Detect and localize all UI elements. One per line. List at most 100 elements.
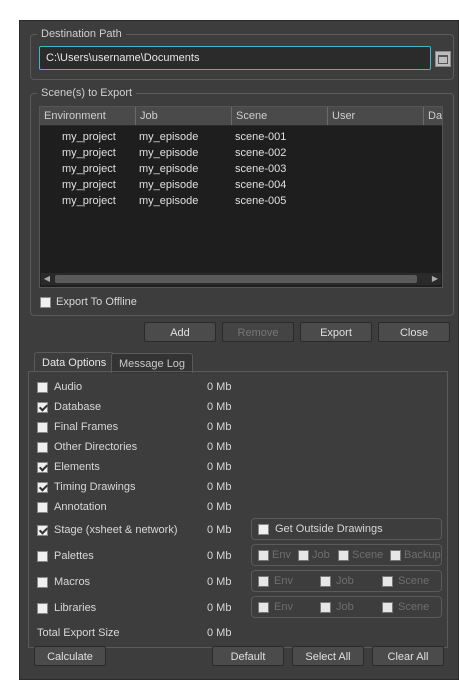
palettes-size: 0 Mb [207, 550, 232, 562]
libraries-suboptions: Env Job Scene [251, 596, 442, 618]
scroll-right-icon[interactable]: ▶ [429, 273, 441, 285]
palettes-job-checkbox[interactable] [298, 550, 309, 561]
remove-button[interactable]: Remove [222, 322, 294, 342]
libraries-env-checkbox[interactable] [258, 602, 269, 613]
add-button[interactable]: Add [144, 322, 216, 342]
palettes-job-label: Job [312, 549, 330, 561]
horizontal-scrollbar[interactable]: ◀ ▶ [41, 273, 441, 285]
calculate-button[interactable]: Calculate [34, 646, 106, 666]
annotation-label: Annotation [54, 501, 107, 513]
stage-label: Stage (xsheet & network) [54, 524, 178, 536]
destination-path-title: Destination Path [37, 28, 126, 40]
palettes-label: Palettes [54, 550, 94, 562]
palettes-backup-checkbox[interactable] [390, 550, 401, 561]
row-job: my_episode [139, 179, 199, 191]
column-job[interactable]: Job [136, 107, 232, 125]
select-all-button[interactable]: Select All [292, 646, 364, 666]
get-outside-drawings-group: Get Outside Drawings [251, 518, 442, 540]
libraries-job-checkbox[interactable] [320, 602, 331, 613]
other-directories-checkbox[interactable] [37, 442, 48, 453]
row-job: my_episode [139, 163, 199, 175]
row-environment: my_project [62, 131, 116, 143]
macros-suboptions: Env Job Scene [251, 570, 442, 592]
row-environment: my_project [62, 163, 116, 175]
elements-size: 0 Mb [207, 461, 232, 473]
get-outside-drawings-label: Get Outside Drawings [275, 523, 383, 535]
row-scene: scene-005 [235, 195, 287, 207]
final-frames-label: Final Frames [54, 421, 119, 433]
scenes-group: Scene(s) to Export Environment Job Scene… [30, 87, 454, 316]
database-checkbox[interactable] [37, 402, 48, 413]
macros-scene-checkbox[interactable] [382, 576, 393, 587]
audio-size: 0 Mb [207, 381, 232, 393]
column-date[interactable]: Da [424, 107, 442, 125]
macros-job-checkbox[interactable] [320, 576, 331, 587]
table-row[interactable]: my_project my_episode scene-002 [40, 145, 442, 161]
macros-env-checkbox[interactable] [258, 576, 269, 587]
table-row[interactable]: my_project my_episode scene-005 [40, 193, 442, 209]
data-options-panel: Audio 0 Mb Database 0 Mb Final Frames 0 … [28, 371, 448, 648]
tab-message-log[interactable]: Message Log [111, 353, 194, 373]
macros-size: 0 Mb [207, 576, 232, 588]
elements-checkbox[interactable] [37, 462, 48, 473]
scroll-left-icon[interactable]: ◀ [41, 273, 53, 285]
table-row[interactable]: my_project my_episode scene-001 [40, 129, 442, 145]
export-button[interactable]: Export [300, 322, 372, 342]
export-offline-checkbox[interactable] [40, 297, 51, 308]
total-export-size-value: 0 Mb [207, 627, 232, 639]
folder-browse-icon[interactable] [435, 51, 451, 67]
tab-data-options[interactable]: Data Options [34, 352, 115, 372]
column-environment[interactable]: Environment [40, 107, 136, 125]
palettes-env-label: Env [272, 549, 291, 561]
annotation-checkbox[interactable] [37, 502, 48, 513]
column-scene[interactable]: Scene [232, 107, 328, 125]
row-job: my_episode [139, 147, 199, 159]
other-directories-size: 0 Mb [207, 441, 232, 453]
palettes-env-checkbox[interactable] [258, 550, 269, 561]
scenes-title: Scene(s) to Export [37, 87, 137, 99]
libraries-job-label: Job [336, 601, 354, 613]
scenes-table[interactable]: Environment Job Scene User Da my_project… [39, 106, 443, 288]
stage-size: 0 Mb [207, 524, 232, 536]
palettes-scene-label: Scene [352, 549, 384, 561]
table-header: Environment Job Scene User Da [40, 107, 442, 126]
audio-checkbox[interactable] [37, 382, 48, 393]
palettes-scene-checkbox[interactable] [338, 550, 349, 561]
clear-all-button[interactable]: Clear All [372, 646, 444, 666]
table-row[interactable]: my_project my_episode scene-003 [40, 161, 442, 177]
row-scene: scene-004 [235, 179, 287, 191]
final-frames-checkbox[interactable] [37, 422, 48, 433]
database-label: Database [54, 401, 102, 413]
stage-checkbox[interactable] [37, 525, 48, 536]
palettes-suboptions: Env Job Scene Backup [251, 544, 442, 566]
destination-path-input[interactable]: C:\Users\username\Documents [39, 46, 431, 70]
macros-env-label: Env [274, 575, 293, 587]
timing-drawings-label: Timing Drawings [54, 481, 136, 493]
libraries-checkbox[interactable] [37, 603, 48, 614]
palettes-backup-label: Backup [404, 549, 441, 561]
table-row[interactable]: my_project my_episode scene-004 [40, 177, 442, 193]
macros-checkbox[interactable] [37, 577, 48, 588]
elements-label: Elements [54, 461, 100, 473]
database-size: 0 Mb [207, 401, 232, 413]
other-directories-label: Other Directories [54, 441, 138, 453]
row-environment: my_project [62, 179, 116, 191]
row-job: my_episode [139, 195, 199, 207]
libraries-scene-checkbox[interactable] [382, 602, 393, 613]
libraries-size: 0 Mb [207, 602, 232, 614]
close-button[interactable]: Close [378, 322, 450, 342]
get-outside-drawings-checkbox[interactable] [258, 524, 269, 535]
libraries-scene-label: Scene [398, 601, 430, 613]
destination-path-group: Destination Path C:\Users\username\Docum… [30, 28, 454, 80]
row-environment: my_project [62, 195, 116, 207]
column-user[interactable]: User [328, 107, 424, 125]
export-offline-label: Export To Offline [56, 296, 137, 308]
default-button[interactable]: Default [212, 646, 284, 666]
scrollbar-thumb[interactable] [55, 275, 417, 283]
palettes-checkbox[interactable] [37, 551, 48, 562]
row-scene: scene-003 [235, 163, 287, 175]
timing-drawings-checkbox[interactable] [37, 482, 48, 493]
macros-label: Macros [54, 576, 91, 588]
audio-label: Audio [54, 381, 83, 393]
libraries-label: Libraries [54, 602, 97, 614]
